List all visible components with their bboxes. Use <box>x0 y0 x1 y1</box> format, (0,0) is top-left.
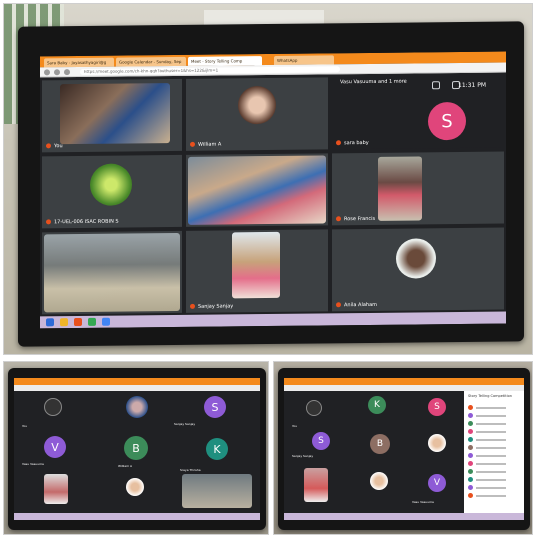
avatar <box>396 238 436 279</box>
avatar: V <box>44 436 66 458</box>
panel-row[interactable] <box>468 445 520 451</box>
avatar <box>90 163 132 206</box>
back-icon[interactable] <box>44 69 50 76</box>
participant-name: You <box>22 424 28 428</box>
panel-row[interactable] <box>468 413 520 419</box>
panel-row[interactable] <box>468 453 520 459</box>
monitor: You K S S Sanjay Sanjay B V Vasu Vasuuma… <box>278 368 530 530</box>
participant-name: William A <box>118 464 133 468</box>
participant-tile[interactable] <box>42 230 182 315</box>
chrome-icon[interactable] <box>102 317 110 326</box>
browser-tabbar <box>284 378 524 385</box>
panel-row[interactable] <box>468 485 520 491</box>
avatar <box>126 478 144 496</box>
participant-tile[interactable]: 17-UEL-006 ISAC ROBIN S <box>42 154 182 229</box>
participant-name: 17-UEL-006 ISAC ROBIN S <box>46 219 119 226</box>
avatar: S <box>312 432 330 450</box>
panel-row[interactable] <box>468 477 520 483</box>
participant-video <box>188 155 326 225</box>
avatar <box>370 472 388 490</box>
participant-name: You <box>46 143 63 149</box>
photo-collage: Sara Baby - Jayasathyagiri@g Google Cale… <box>0 0 536 538</box>
firefox-icon[interactable] <box>74 317 82 327</box>
avatar: K <box>206 438 228 460</box>
avatar: V <box>428 474 446 492</box>
logo-icon <box>306 400 322 416</box>
participant-tile[interactable]: Sanjay Sanjay <box>186 229 328 313</box>
participant-name: Sreya Thrisha <box>180 468 201 472</box>
participants-panel: Story Telling Competition <box>464 391 524 513</box>
participant-video <box>182 474 252 508</box>
panel-row[interactable] <box>468 421 520 427</box>
meet-screen: You S Sanjay Sanjay V Vasu Vasuuma B Wil… <box>14 378 260 520</box>
monitor: Sara Baby - Jayasathyagiri@g Google Cale… <box>18 21 524 347</box>
avatar: B <box>124 436 148 460</box>
avatar: S <box>428 101 466 141</box>
windows-taskbar <box>284 513 524 520</box>
layout-icon[interactable] <box>432 81 440 90</box>
avatar: K <box>368 396 386 414</box>
reload-icon[interactable] <box>64 69 70 76</box>
panel-row[interactable] <box>468 429 520 435</box>
participant-name: Sanjay Sanjay <box>174 422 196 426</box>
panel-row[interactable] <box>468 461 520 467</box>
bottom-left-photo: You S Sanjay Sanjay V Vasu Vasuuma B Wil… <box>3 361 269 535</box>
participant-name: William A <box>190 142 221 148</box>
participant-name: Sanjay Sanjay <box>292 454 314 458</box>
panel-row[interactable] <box>468 437 520 443</box>
avatar: B <box>370 434 390 454</box>
participant-video <box>378 156 422 221</box>
participant-video <box>232 231 280 299</box>
participant-name: Vasu Vasuuma <box>412 500 434 504</box>
participant-name: Sanjay Sanjay <box>190 303 233 309</box>
address-bar <box>14 385 260 391</box>
participant-name: Anila Alaham <box>336 302 377 308</box>
panel-row[interactable] <box>468 493 520 499</box>
participant-tile[interactable] <box>186 153 328 227</box>
top-photo: Sara Baby - Jayasathyagiri@g Google Cale… <box>3 3 533 355</box>
participant-tile[interactable]: Anila Alaham <box>332 227 504 312</box>
participant-video <box>44 232 180 313</box>
participant-tile[interactable]: You <box>42 78 182 153</box>
meet-screen: You K S S Sanjay Sanjay B V Vasu Vasuuma… <box>284 378 524 520</box>
url-field[interactable]: https://meet.google.com/ch-khn-qqh?authu… <box>80 66 340 76</box>
meet-screen: Sara Baby - Jayasathyagiri@g Google Cale… <box>40 51 506 329</box>
monitor: You S Sanjay Sanjay V Vasu Vasuuma B Wil… <box>8 368 266 530</box>
participant-name: Vasu Vasuuma <box>22 462 44 466</box>
meet-grid: You William A Vasu Vasuuma and 1 more 11… <box>40 74 506 317</box>
presenting-label: Vasu Vasuuma and 1 more <box>340 78 407 86</box>
app-icon[interactable] <box>88 317 96 326</box>
avatar <box>428 434 446 452</box>
participant-video <box>44 474 68 504</box>
participant-tile[interactable]: Vasu Vasuuma and 1 more 11:31 PM S sara … <box>332 75 504 150</box>
participant-tile[interactable]: William A <box>186 77 328 151</box>
browser-tabbar <box>14 378 260 385</box>
start-icon[interactable] <box>46 318 54 327</box>
forward-icon[interactable] <box>54 69 60 76</box>
avatar: S <box>204 396 226 418</box>
avatar <box>126 396 148 418</box>
avatar <box>238 85 276 125</box>
bottom-right-photo: You K S S Sanjay Sanjay B V Vasu Vasuuma… <box>273 361 533 535</box>
clock: 11:31 PM <box>458 81 486 90</box>
participant-name: You <box>292 424 298 428</box>
participant-video <box>304 468 328 502</box>
panel-title: Story Telling Competition <box>468 394 512 398</box>
panel-row[interactable] <box>468 469 520 475</box>
windows-taskbar <box>14 513 260 520</box>
participant-name: Rose Francis <box>336 216 375 222</box>
panel-row[interactable] <box>468 405 520 411</box>
participant-name: sara baby <box>336 140 369 146</box>
folder-icon[interactable] <box>60 318 68 327</box>
participant-video <box>60 83 170 145</box>
avatar: S <box>428 398 446 416</box>
participant-tile[interactable]: Rose Francis <box>332 151 504 226</box>
logo-icon <box>44 398 62 416</box>
